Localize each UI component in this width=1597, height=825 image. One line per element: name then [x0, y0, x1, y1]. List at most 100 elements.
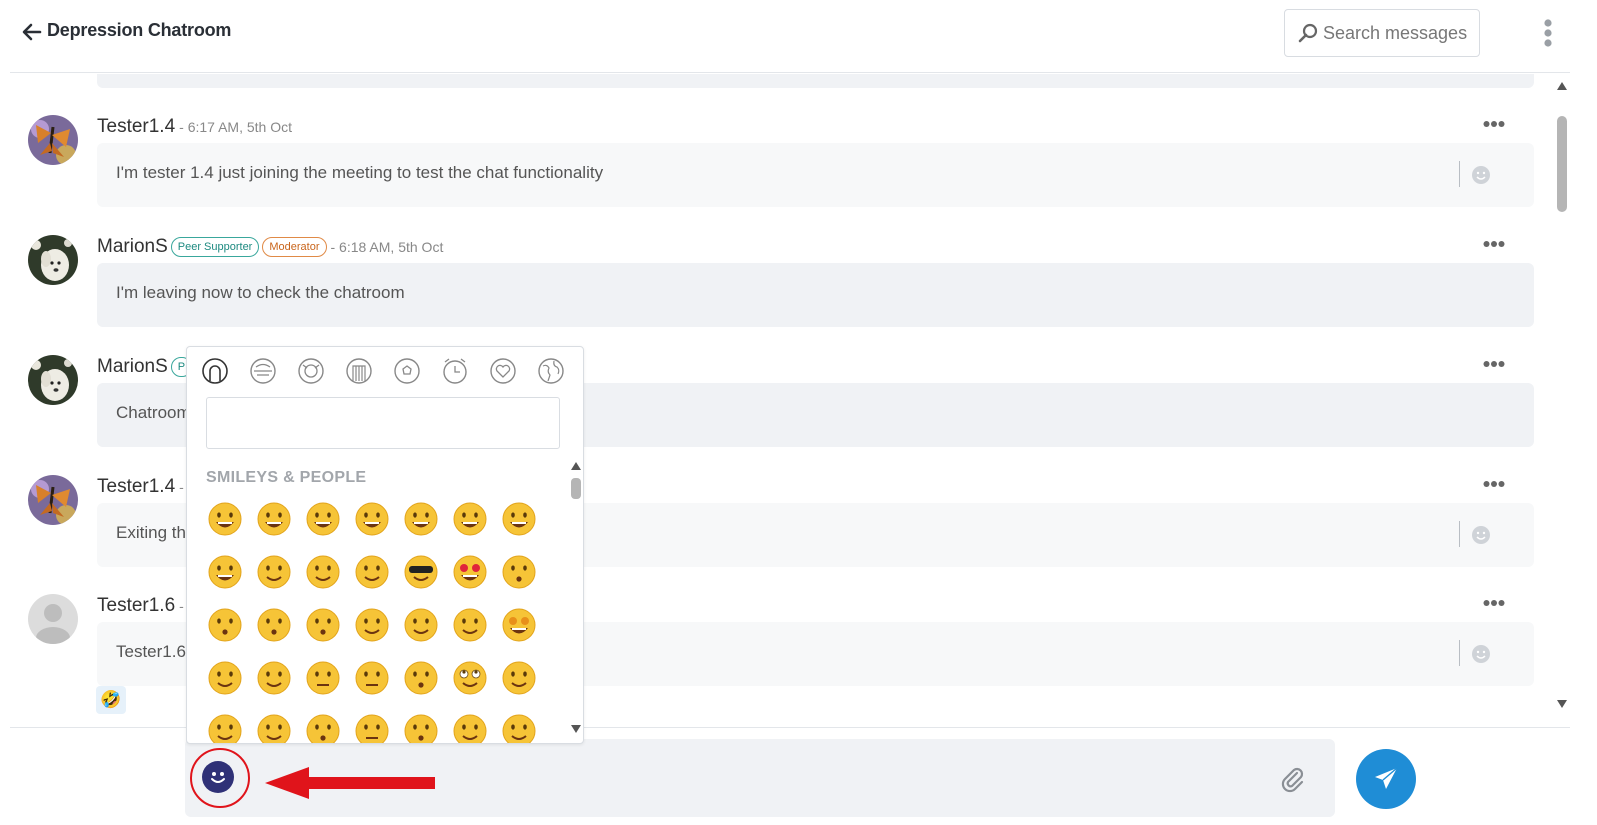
moderator-badge: Moderator: [262, 237, 327, 257]
food-drink-category-icon[interactable]: [297, 357, 325, 385]
avatar[interactable]: [28, 355, 78, 405]
wink-emoji-icon[interactable]: [257, 555, 291, 589]
grinning-emoji-icon[interactable]: [208, 502, 242, 536]
heart-eyes-emoji-icon[interactable]: [453, 555, 487, 589]
smiley-emoji-icon[interactable]: [404, 502, 438, 536]
laughing-emoji-icon[interactable]: [208, 555, 242, 589]
message-options-icon[interactable]: [1483, 360, 1505, 368]
sunglasses-emoji-icon[interactable]: [404, 555, 438, 589]
raised-eyebrow-emoji-icon[interactable]: [257, 661, 291, 695]
default-user-icon: [28, 594, 78, 644]
blush-emoji-icon[interactable]: [306, 555, 340, 589]
scroll-thumb[interactable]: [1557, 116, 1567, 212]
message-item: MarionS Peer Supporter Moderator - 6:18 …: [10, 235, 1550, 345]
neutral-emoji-icon[interactable]: [306, 661, 340, 695]
send-button[interactable]: [1356, 749, 1416, 809]
message-text: I'm tester 1.4 just joining the meeting …: [116, 163, 604, 182]
message-text: Tester1.6: [116, 642, 186, 661]
message-text: Exiting th: [116, 523, 186, 542]
butterfly-avatar-icon: [28, 115, 78, 165]
kissing-heart-emoji-icon[interactable]: [502, 555, 536, 589]
avatar[interactable]: [28, 594, 78, 644]
message-header: MarionS P: [97, 355, 193, 379]
rolling-eyes-emoji-icon[interactable]: [453, 661, 487, 695]
add-reaction-icon[interactable]: [1471, 165, 1491, 185]
flags-category-icon[interactable]: [537, 357, 565, 385]
avatar[interactable]: [28, 115, 78, 165]
message-timestamp: - 6:18 AM, 5th Oct: [330, 239, 444, 255]
star-struck-emoji-icon[interactable]: [502, 608, 536, 642]
message-input-bar[interactable]: [185, 739, 1335, 817]
paperclip-icon[interactable]: [1278, 765, 1306, 793]
disappointed-relieved-emoji-icon[interactable]: [257, 714, 291, 744]
back-arrow-icon[interactable]: [20, 20, 44, 44]
travel-places-category-icon[interactable]: [345, 357, 373, 385]
expressionless-emoji-icon[interactable]: [355, 661, 389, 695]
picker-scroll-up-arrow-icon[interactable]: [571, 462, 581, 470]
peer-supporter-badge: Peer Supporter: [170, 237, 260, 257]
more-options-icon[interactable]: [1542, 18, 1554, 48]
message-header: Tester1.4 -: [97, 475, 184, 499]
zipper-mouth-emoji-icon[interactable]: [355, 714, 389, 744]
add-reaction-icon[interactable]: [1471, 644, 1491, 664]
emoji-picker-button[interactable]: [202, 761, 234, 793]
yum-emoji-icon[interactable]: [355, 555, 389, 589]
message-header: Tester1.6 -: [97, 594, 184, 618]
open-mouth-emoji-icon[interactable]: [306, 714, 340, 744]
objects-category-icon[interactable]: [441, 357, 469, 385]
search-input[interactable]: [1323, 20, 1473, 46]
message-item: Tester1.4 - 6:17 AM, 5th Oct I'm tester …: [10, 115, 1550, 225]
message-options-icon[interactable]: [1483, 240, 1505, 248]
sweat-smile-emoji-icon[interactable]: [502, 502, 536, 536]
grin-emoji-icon[interactable]: [453, 502, 487, 536]
tears-of-joy-emoji-icon[interactable]: [306, 502, 340, 536]
author-name[interactable]: Tester1.4: [97, 476, 175, 498]
message-options-icon[interactable]: [1483, 120, 1505, 128]
activities-category-icon[interactable]: [393, 357, 421, 385]
slight-smile-emoji-icon[interactable]: [404, 608, 438, 642]
search-icon: [1298, 23, 1318, 43]
smileys-people-category-icon[interactable]: [201, 357, 229, 385]
hugging-emoji-icon[interactable]: [453, 608, 487, 642]
message-options-icon[interactable]: [1483, 480, 1505, 488]
author-name[interactable]: Tester1.4: [97, 116, 175, 138]
emoji-search-input[interactable]: [206, 397, 560, 449]
message-header: Tester1.4 - 6:17 AM, 5th Oct: [97, 115, 292, 139]
symbols-category-icon[interactable]: [489, 357, 517, 385]
kissing-emoji-icon[interactable]: [208, 608, 242, 642]
reaction-chip[interactable]: 🤣: [96, 686, 126, 714]
scroll-up-arrow-icon[interactable]: [1557, 82, 1567, 90]
rolling-laughing-emoji-icon[interactable]: [355, 502, 389, 536]
add-reaction-icon[interactable]: [1471, 525, 1491, 545]
author-name[interactable]: MarionS: [97, 356, 168, 378]
previous-message-bubble: [97, 74, 1534, 88]
search-box[interactable]: [1284, 9, 1480, 57]
beaming-emoji-icon[interactable]: [257, 502, 291, 536]
kissing-smiling-eyes-emoji-icon[interactable]: [257, 608, 291, 642]
message-text: I'm leaving now to check the chatroom: [116, 283, 405, 302]
smirk-emoji-icon[interactable]: [502, 661, 536, 695]
picker-scroll-thumb[interactable]: [571, 478, 581, 499]
kissing-closed-eyes-emoji-icon[interactable]: [306, 608, 340, 642]
tired-emoji-icon[interactable]: [502, 714, 536, 744]
relaxed-emoji-icon[interactable]: [355, 608, 389, 642]
message-scrollbar[interactable]: [1553, 74, 1571, 726]
emoji-picker: SMILEYS & PEOPLE: [186, 346, 584, 744]
message-input[interactable]: [275, 763, 1175, 793]
hushed-emoji-icon[interactable]: [404, 714, 438, 744]
author-name[interactable]: Tester1.6: [97, 595, 175, 617]
message-timestamp: -: [179, 598, 184, 614]
scroll-down-arrow-icon[interactable]: [1557, 700, 1567, 708]
no-mouth-emoji-icon[interactable]: [404, 661, 438, 695]
avatar[interactable]: [28, 475, 78, 525]
author-name[interactable]: MarionS: [97, 236, 168, 258]
thinking-emoji-icon[interactable]: [208, 661, 242, 695]
animals-nature-category-icon[interactable]: [249, 357, 277, 385]
chat-header: Depression Chatroom: [10, 0, 1570, 73]
divider: [1459, 640, 1460, 666]
message-options-icon[interactable]: [1483, 599, 1505, 607]
sleepy-emoji-icon[interactable]: [453, 714, 487, 744]
persevere-emoji-icon[interactable]: [208, 714, 242, 744]
picker-scroll-down-arrow-icon[interactable]: [571, 725, 581, 733]
avatar[interactable]: [28, 235, 78, 285]
